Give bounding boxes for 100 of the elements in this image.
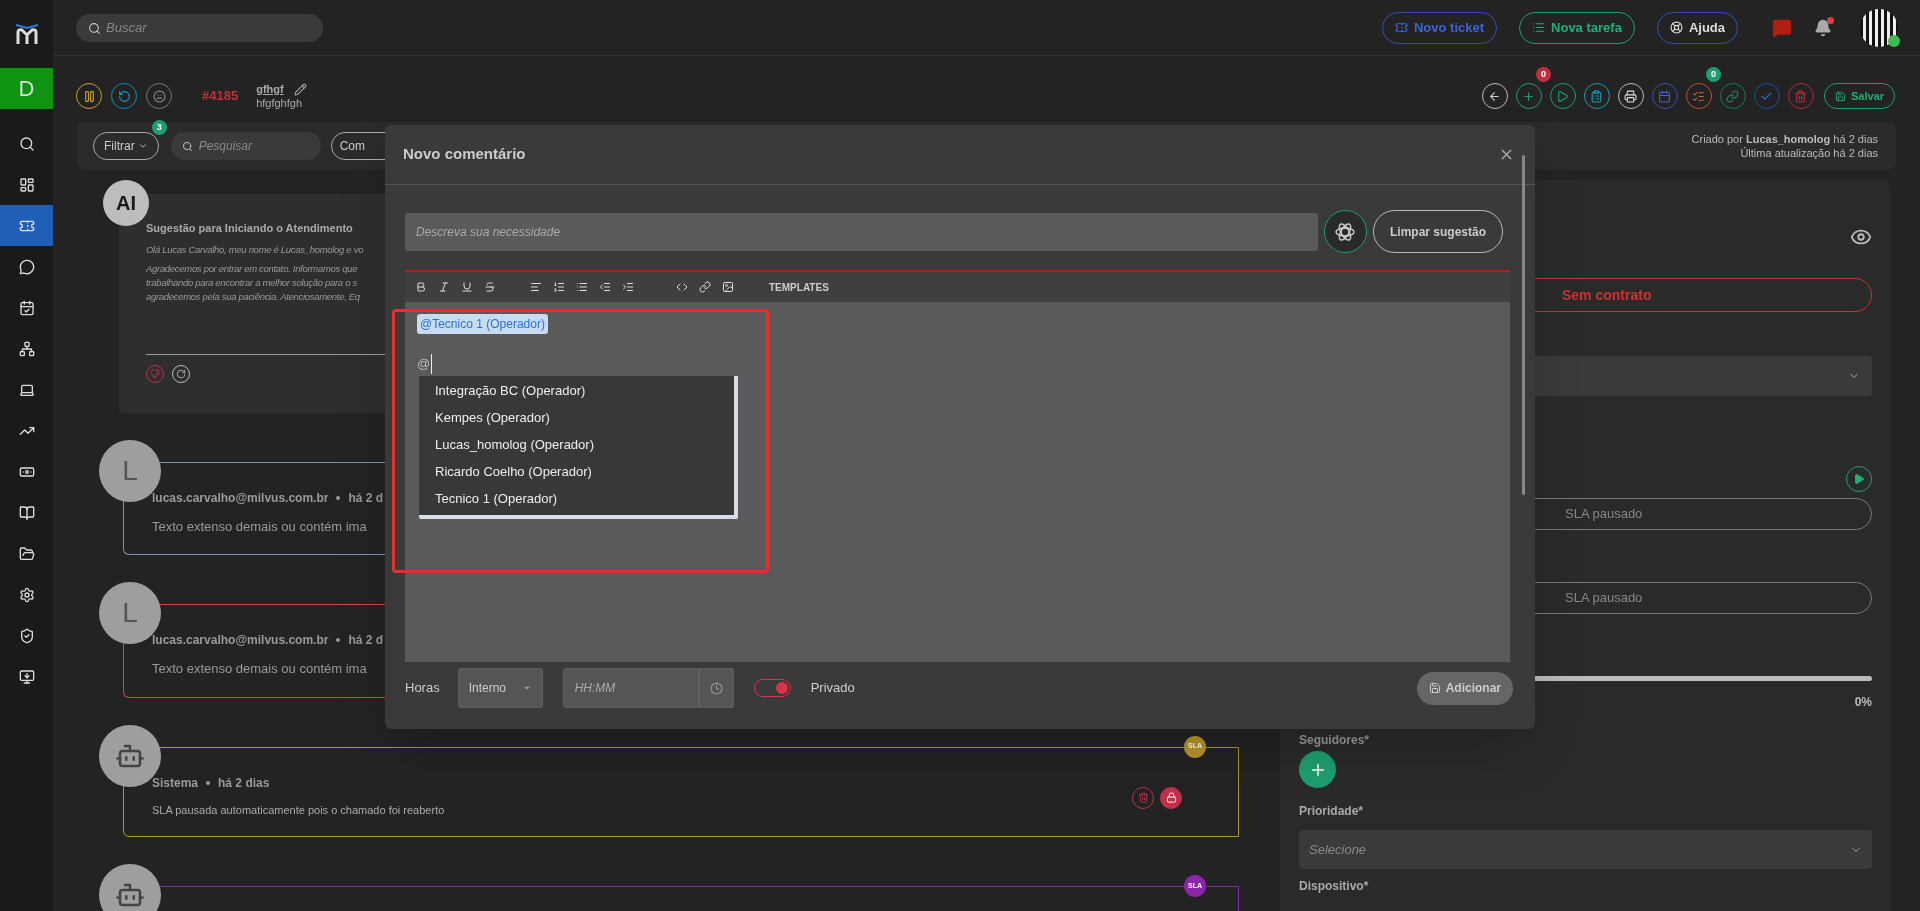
align-left-icon xyxy=(530,281,542,293)
format-button[interactable] xyxy=(415,281,427,293)
count-badge: 0 xyxy=(1705,67,1721,82)
neutral-face-icon xyxy=(152,89,166,103)
indent-icon xyxy=(622,281,634,293)
ai-suggest-button[interactable] xyxy=(1323,210,1367,253)
mention-option[interactable]: Kempes (Operador) xyxy=(419,404,734,432)
numbered-list-icon xyxy=(553,281,565,293)
mention-option[interactable]: Lucas_homolog (Operador) xyxy=(419,431,734,459)
format-button[interactable] xyxy=(461,281,473,293)
logo-icon xyxy=(13,22,40,46)
ticket-number: #4185 xyxy=(202,87,239,106)
refresh-icon xyxy=(176,368,186,379)
field-label: Dispositivo* xyxy=(1299,878,1369,895)
insert-button[interactable] xyxy=(676,281,688,293)
code-icon xyxy=(676,281,688,293)
text-editor[interactable]: TEMPLATES @Tecnico 1 (Operador) @ Integração BC (Operador) Kempes (Operador) Lucas_homolog (Operador) Ricardo Coelho (Operador) Tecnico 1 (Operador) xyxy=(405,270,1510,662)
trash-icon xyxy=(1137,792,1149,803)
undo-icon xyxy=(117,89,131,103)
calendar-icon xyxy=(1658,89,1672,103)
comment-text: Texto extenso demais ou contém ima xyxy=(152,517,367,536)
typed-text: @ xyxy=(417,354,433,374)
bold-icon xyxy=(415,281,427,293)
insert-button[interactable] xyxy=(722,281,734,293)
clock-icon xyxy=(709,681,723,695)
book-icon xyxy=(18,504,35,521)
settings-icon xyxy=(18,586,35,603)
mention-tag: @Tecnico 1 (Operador) xyxy=(417,314,548,334)
ticket-icon xyxy=(1395,21,1408,34)
calendar-icon xyxy=(18,299,35,316)
field-label: Seguidores* xyxy=(1299,732,1370,749)
search-field[interactable]: Pesquisar xyxy=(170,132,321,160)
timestamp: há 2 dias xyxy=(218,774,270,792)
checklist-icon xyxy=(1692,89,1706,103)
comment-text: Texto extenso demais ou contém ima xyxy=(152,660,367,678)
templates-button[interactable]: TEMPLATES xyxy=(769,279,829,295)
pause-icon xyxy=(82,89,96,103)
outdent-icon xyxy=(599,281,611,293)
format-button[interactable] xyxy=(576,281,588,293)
plus-icon xyxy=(1522,89,1536,103)
format-button[interactable] xyxy=(553,281,565,293)
shield-icon xyxy=(18,627,35,644)
field-label: Prioridade* xyxy=(1299,803,1364,820)
ticket-title: gfhgf xyxy=(256,82,284,96)
ticket-subtitle: hfgfghfgh xyxy=(256,96,304,110)
monitor-icon xyxy=(18,668,35,685)
lock-icon xyxy=(1165,792,1177,803)
suggestion-text: trabalhando para encontrar a melhor solução para o s xyxy=(146,275,357,290)
author-name: lucas.carvalho@milvus.com.br xyxy=(152,632,329,649)
bell-icon[interactable] xyxy=(1814,18,1832,37)
add-button[interactable]: Adicionar xyxy=(1416,671,1513,705)
printer-icon xyxy=(1624,89,1638,103)
folder-icon xyxy=(18,545,35,562)
list-icon xyxy=(1532,21,1546,34)
bullet-list-icon xyxy=(576,281,588,293)
search-icon xyxy=(181,141,193,152)
format-button[interactable] xyxy=(484,281,496,293)
user-avatar[interactable] xyxy=(1860,8,1898,47)
suggestion-text: agradecemos pela sua paciência. Atenciosamente, Eq xyxy=(146,289,360,304)
author-name: lucas.carvalho@milvus.com.br xyxy=(152,489,329,507)
mention-option[interactable]: Integração BC (Operador) xyxy=(419,377,734,405)
image-icon xyxy=(722,281,734,293)
mention-option[interactable]: Ricardo Coelho (Operador) xyxy=(419,458,734,486)
mention-option[interactable]: Tecnico 1 (Operador) xyxy=(419,485,734,513)
author-name: Sistema xyxy=(152,774,199,792)
add-follower-button[interactable] xyxy=(1299,751,1336,788)
insert-button[interactable] xyxy=(699,281,711,293)
suggestion-field[interactable]: Descreva sua necessidade xyxy=(405,212,1318,251)
timestamp: há 2 d xyxy=(348,632,384,649)
edit-icon[interactable] xyxy=(293,82,307,96)
dashboard-icon xyxy=(18,176,35,193)
avatar-initial: L xyxy=(122,596,138,630)
hours-type-select[interactable]: Interno xyxy=(457,668,543,708)
hours-label: Horas xyxy=(405,679,440,698)
time-field[interactable]: HH:MM xyxy=(562,668,699,708)
search-icon xyxy=(18,135,35,152)
format-button[interactable] xyxy=(438,281,450,293)
play-icon xyxy=(1853,473,1865,485)
arrow-left-icon xyxy=(1488,89,1502,103)
strikethrough-icon xyxy=(484,281,496,293)
thumbs-down-icon xyxy=(150,368,160,379)
suggestion-title: Sugestão para Iniciando o Atendimento xyxy=(146,221,353,236)
lock-button[interactable] xyxy=(1160,786,1182,809)
avatar-initial: L xyxy=(122,453,138,488)
search-icon xyxy=(88,21,101,35)
format-button[interactable] xyxy=(599,281,611,293)
search-field[interactable]: Buscar xyxy=(76,13,323,42)
lifebuoy-icon xyxy=(1669,21,1683,34)
comment-text: SLA pausada automaticamente pois o chamado foi reaberto xyxy=(152,802,445,818)
underline-icon xyxy=(461,281,473,293)
format-button[interactable] xyxy=(530,281,542,293)
link-icon xyxy=(699,281,711,293)
count-badge: 0 xyxy=(1535,67,1551,82)
chat-icon xyxy=(18,258,35,275)
timestamp: há 2 d xyxy=(348,489,384,507)
caret-icon xyxy=(137,141,148,151)
format-button[interactable] xyxy=(622,281,634,293)
suggestion-text: Agradecemos por entrar em contato. Informamos que xyxy=(146,261,358,276)
play-icon xyxy=(1556,89,1570,103)
count-badge: 3 xyxy=(151,120,167,135)
